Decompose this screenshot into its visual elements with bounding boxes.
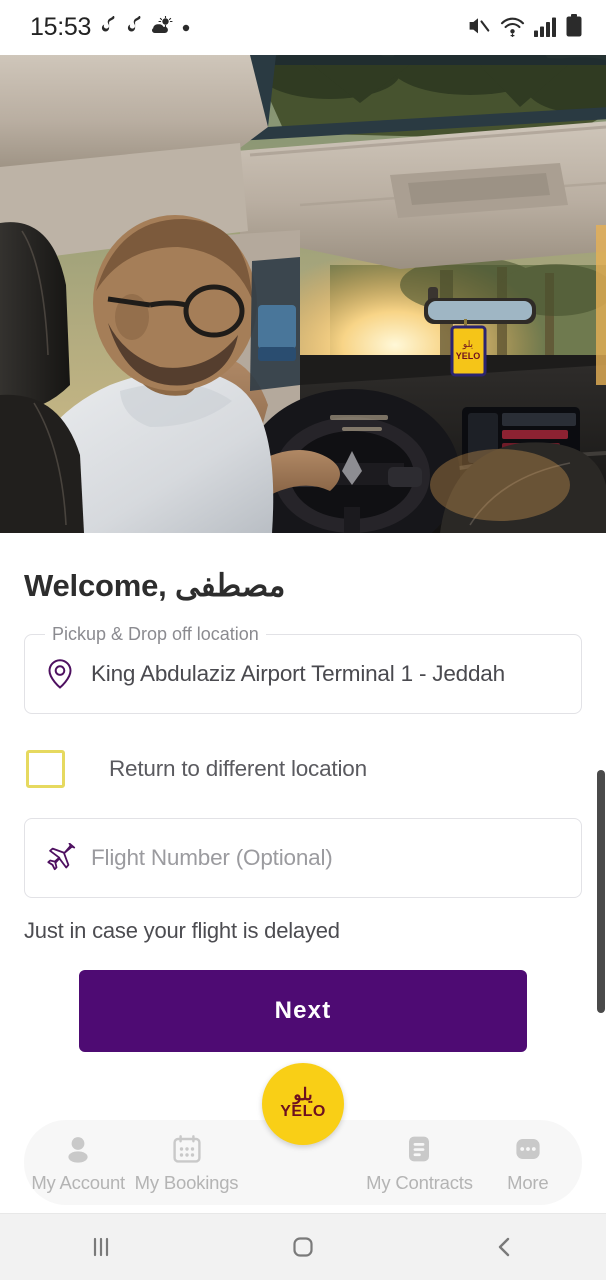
- yelo-hangtag: يلو YELO: [450, 319, 487, 377]
- return-different-location-row[interactable]: Return to different location: [24, 750, 582, 788]
- person-icon: [63, 1132, 93, 1166]
- mute-icon: [467, 15, 491, 42]
- welcome-greeting: Welcome,: [24, 568, 175, 603]
- fab-arabic-label: يلو: [293, 1085, 313, 1105]
- page-title: Welcome, مصطفى: [24, 568, 582, 604]
- airplane-icon: [43, 841, 77, 875]
- status-bar-clock: 15:53: [30, 13, 92, 41]
- battery-icon: [566, 13, 582, 42]
- android-navigation-bar: [0, 1213, 606, 1280]
- main-content: Welcome, مصطفى Pickup & Drop off locatio…: [0, 568, 606, 1052]
- status-bar-left: 15:53: [30, 13, 190, 42]
- flight-number-field[interactable]: Flight Number (Optional): [24, 818, 582, 898]
- nav-label-my-bookings: My Bookings: [134, 1171, 239, 1193]
- back-icon[interactable]: [445, 1234, 565, 1260]
- map-pin-icon: [43, 657, 77, 691]
- ellipsis-icon: [513, 1132, 543, 1166]
- recents-icon[interactable]: [41, 1234, 161, 1260]
- nav-label-my-account: My Account: [31, 1171, 125, 1193]
- pickup-dropoff-location-field[interactable]: Pickup & Drop off location King Abdulazi…: [24, 624, 582, 714]
- vertical-scrollbar[interactable]: [597, 770, 605, 1013]
- fab-latin-label: YELO: [280, 1103, 326, 1121]
- welcome-user-name: مصطفى: [174, 568, 286, 603]
- cellular-signal-icon: [534, 17, 557, 42]
- status-bar: 15:53: [0, 0, 606, 55]
- music-note-icon: [126, 15, 143, 40]
- yelo-home-fab[interactable]: يلو YELO: [262, 1063, 344, 1145]
- dot-icon: [182, 19, 190, 37]
- music-note-icon: [100, 15, 117, 40]
- nav-item-my-bookings[interactable]: My Bookings: [132, 1132, 240, 1194]
- next-button[interactable]: Next: [79, 970, 527, 1052]
- nav-item-my-contracts[interactable]: My Contracts: [365, 1132, 473, 1194]
- return-different-location-checkbox[interactable]: [26, 750, 65, 788]
- nav-item-more[interactable]: More: [474, 1132, 582, 1194]
- nav-label-more: More: [507, 1171, 549, 1193]
- flight-number-placeholder: Flight Number (Optional): [91, 845, 333, 870]
- hero-image: يلو YELO: [0, 55, 606, 533]
- nav-label-my-contracts: My Contracts: [366, 1171, 473, 1193]
- status-bar-right: [467, 13, 582, 42]
- app-screen: 15:53 يلو YELO Welcome, مصطفى Pickup & D…: [0, 0, 606, 1280]
- nav-item-my-account[interactable]: My Account: [24, 1132, 132, 1194]
- home-icon[interactable]: [243, 1234, 363, 1260]
- flight-number-helper-text: Just in case your flight is delayed: [24, 918, 340, 943]
- weather-partly-cloudy-icon: [152, 14, 173, 40]
- pickup-dropoff-location-value: King Abdulaziz Airport Terminal 1 - Jedd…: [91, 661, 505, 686]
- pickup-dropoff-location-label: Pickup & Drop off location: [45, 624, 266, 645]
- calendar-icon: [172, 1132, 202, 1166]
- svg-text:YELO: YELO: [456, 351, 481, 361]
- wifi-icon: [500, 15, 525, 42]
- return-different-location-label: Return to different location: [109, 756, 367, 781]
- document-icon: [404, 1132, 434, 1166]
- svg-text:يلو: يلو: [462, 339, 474, 350]
